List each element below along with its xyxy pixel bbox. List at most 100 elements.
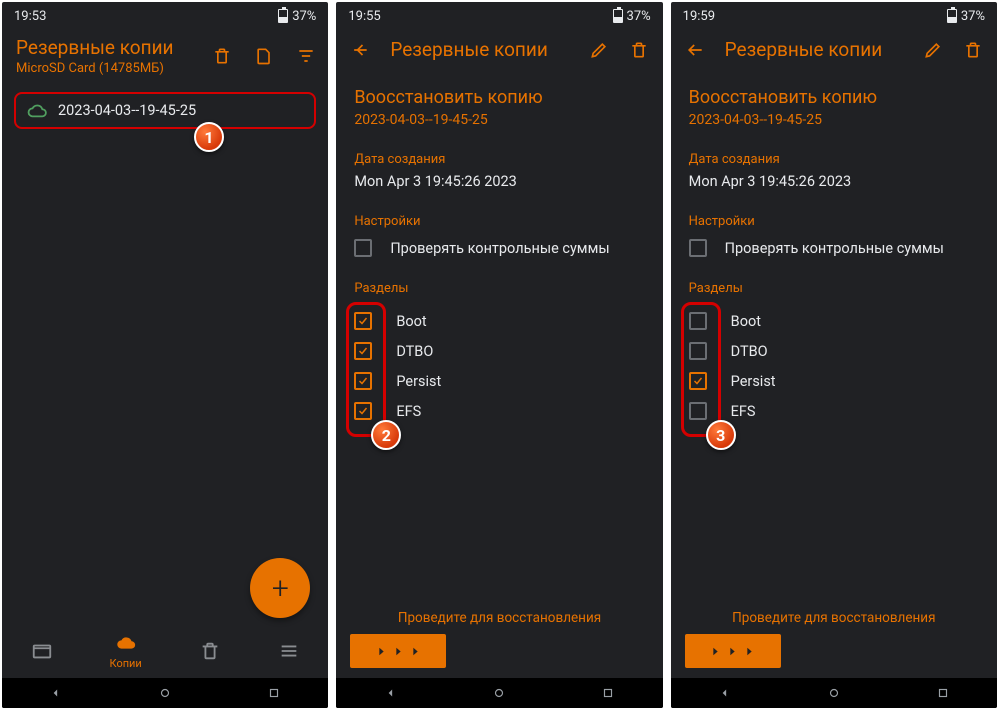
page-title: Резервные копии — [390, 38, 568, 61]
clock: 19:53 — [14, 9, 46, 24]
checkbox-checked[interactable] — [354, 372, 372, 390]
recent-icon[interactable] — [601, 686, 615, 700]
swipe-label: Проведите для восстановления — [671, 610, 997, 626]
checkbox-checked[interactable] — [354, 342, 372, 360]
nav-item-files[interactable] — [31, 640, 53, 662]
backup-item[interactable]: 2023-04-03--19-45-25 — [14, 92, 316, 129]
home-icon[interactable] — [492, 686, 506, 700]
partition-label: EFS — [731, 403, 756, 420]
partition-row[interactable]: Boot — [354, 306, 644, 336]
edit-icon[interactable] — [589, 40, 609, 60]
checkbox-unchecked[interactable] — [354, 239, 372, 257]
nav-item-trash[interactable] — [199, 640, 221, 662]
partition-row[interactable]: Persist — [689, 366, 979, 396]
header: Резервные копии — [336, 30, 662, 71]
partitions-label: Разделы — [354, 281, 644, 296]
created-value: Mon Apr 3 19:45:26 2023 — [354, 173, 644, 190]
battery-percent: 37% — [961, 9, 985, 24]
battery-percent: 37% — [627, 9, 651, 24]
status-bar: 19:55 37% — [336, 2, 662, 30]
partition-row[interactable]: Boot — [689, 306, 979, 336]
checksum-label: Проверять контрольные суммы — [390, 240, 609, 257]
phone-screen-2: 19:55 37% Резервные копии Воосстановить … — [336, 2, 662, 708]
partition-label: DTBO — [731, 343, 768, 360]
system-nav — [2, 678, 328, 708]
checkbox-unchecked[interactable] — [689, 342, 707, 360]
partition-label: DTBO — [396, 343, 433, 360]
partition-label: EFS — [396, 403, 421, 420]
partitions-list-3: Boot DTBO Persist EFS — [689, 306, 979, 426]
status-bar: 19:59 37% — [671, 2, 997, 30]
checkbox-checked[interactable] — [354, 402, 372, 420]
back-icon[interactable] — [49, 686, 63, 700]
trash-icon[interactable] — [212, 46, 232, 66]
back-icon[interactable] — [350, 40, 370, 60]
checkbox-unchecked[interactable] — [689, 239, 707, 257]
restore-title: Воосстановить копию — [354, 87, 644, 108]
system-nav — [336, 678, 662, 708]
detail-content: Воосстановить копию 2023-04-03--19-45-25… — [671, 71, 997, 426]
back-icon[interactable] — [384, 686, 398, 700]
back-icon[interactable] — [718, 686, 732, 700]
partition-row[interactable]: EFS — [354, 396, 644, 426]
phone-screen-1: 19:53 37% Резервные копии MicroSD Card (… — [2, 2, 328, 708]
settings-label: Настройки — [354, 214, 644, 229]
checkbox-unchecked[interactable] — [689, 312, 707, 330]
clock: 19:55 — [348, 9, 380, 24]
header: Резервные копии — [671, 30, 997, 71]
partition-row[interactable]: DTBO — [689, 336, 979, 366]
created-label: Дата создания — [689, 152, 979, 167]
back-icon[interactable] — [685, 40, 705, 60]
checksum-label: Проверять контрольные суммы — [725, 240, 944, 257]
nav-item-copies[interactable]: Копии — [110, 633, 142, 670]
swipe-button[interactable] — [685, 634, 781, 668]
restore-title: Воосстановить копию — [689, 87, 979, 108]
battery-icon — [613, 9, 623, 23]
bottom-nav: Копии — [2, 624, 328, 678]
restore-subtitle: 2023-04-03--19-45-25 — [354, 112, 644, 128]
system-nav — [671, 678, 997, 708]
swipe-button[interactable] — [350, 634, 446, 668]
created-value: Mon Apr 3 19:45:26 2023 — [689, 173, 979, 190]
sd-card-icon[interactable] — [254, 46, 274, 66]
battery-icon — [278, 9, 288, 23]
trash-icon[interactable] — [629, 40, 649, 60]
restore-subtitle: 2023-04-03--19-45-25 — [689, 112, 979, 128]
filter-icon[interactable] — [296, 46, 316, 66]
partitions-label: Разделы — [689, 281, 979, 296]
partition-label: Boot — [396, 313, 426, 330]
settings-label: Настройки — [689, 214, 979, 229]
page-subtitle: MicroSD Card (14785МБ) — [16, 61, 174, 76]
partition-label: Boot — [731, 313, 761, 330]
checksum-row[interactable]: Проверять контрольные суммы — [689, 239, 979, 257]
swipe-label: Проведите для восстановления — [336, 610, 662, 626]
page-title: Резервные копии — [16, 36, 174, 59]
page-title: Резервные копии — [725, 38, 903, 61]
checksum-row[interactable]: Проверять контрольные суммы — [354, 239, 644, 257]
home-icon[interactable] — [827, 686, 841, 700]
header: Резервные копии MicroSD Card (14785МБ) — [2, 30, 328, 84]
nav-item-label: Копии — [110, 657, 142, 670]
partitions-list-2: Boot DTBO Persist EFS — [354, 306, 644, 426]
checkbox-checked[interactable] — [354, 312, 372, 330]
recent-icon[interactable] — [936, 686, 950, 700]
partition-row[interactable]: DTBO — [354, 336, 644, 366]
detail-content: Воосстановить копию 2023-04-03--19-45-25… — [336, 71, 662, 426]
cloud-icon — [26, 103, 48, 119]
created-label: Дата создания — [354, 152, 644, 167]
partition-label: Persist — [396, 373, 441, 390]
battery-percent: 37% — [292, 9, 316, 24]
checkbox-unchecked[interactable] — [689, 402, 707, 420]
partition-label: Persist — [731, 373, 776, 390]
battery-icon — [947, 9, 957, 23]
home-icon[interactable] — [158, 686, 172, 700]
edit-icon[interactable] — [923, 40, 943, 60]
phone-screen-3: 19:59 37% Резервные копии Воосстановить … — [671, 2, 997, 708]
nav-item-menu[interactable] — [278, 640, 300, 662]
partition-row[interactable]: Persist — [354, 366, 644, 396]
recent-icon[interactable] — [267, 686, 281, 700]
fab-add[interactable]: + — [250, 558, 310, 618]
partition-row[interactable]: EFS — [689, 396, 979, 426]
trash-icon[interactable] — [963, 40, 983, 60]
checkbox-checked[interactable] — [689, 372, 707, 390]
